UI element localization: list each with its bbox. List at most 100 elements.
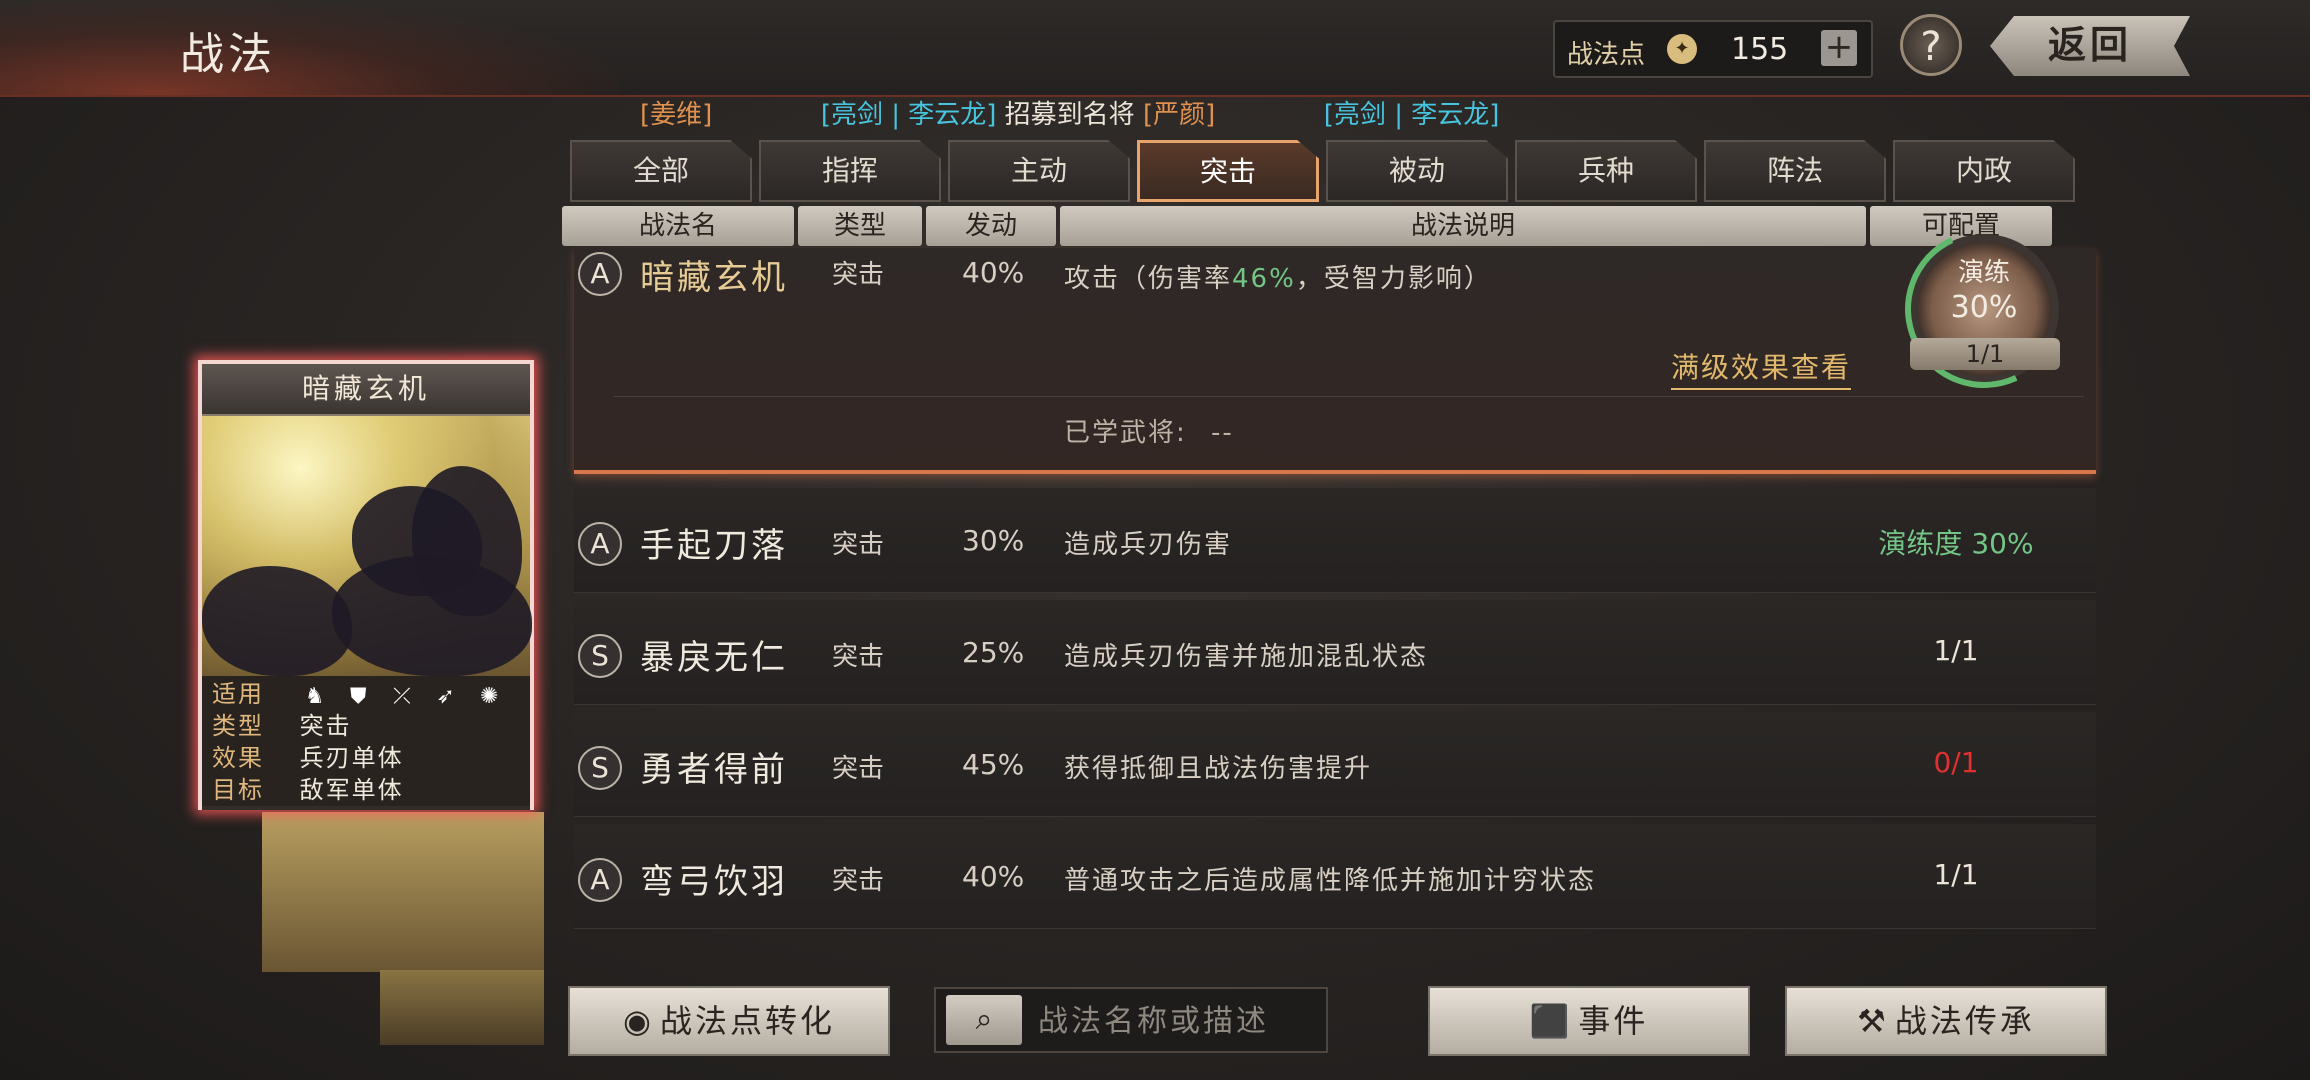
column-header-name[interactable]: 战法名 xyxy=(562,206,794,246)
drill-percent: 30% xyxy=(1950,290,2018,325)
grade-badge: A xyxy=(578,252,622,296)
tactic-description: 普通攻击之后造成属性降低并施加计穷状态 xyxy=(1064,866,1597,896)
search-input[interactable] xyxy=(1036,997,1320,1045)
unit-icons: ♞ ⛊ ⤫ ➶ ✺ xyxy=(300,679,511,711)
tactic-description: 造成兵刃伤害 xyxy=(1064,530,1233,560)
table-row[interactable]: S 暴戾无仁 突击 25% 造成兵刃伤害并施加混乱状态 1/1 xyxy=(574,600,2096,705)
learned-label: 已学武将: xyxy=(1064,418,1187,448)
applies-label: 适用 xyxy=(212,680,264,708)
table-row[interactable]: A 弯弓饮羽 突击 40% 普通攻击之后造成属性降低并施加计穷状态 1/1 xyxy=(574,824,2096,929)
grade-badge: S xyxy=(578,746,622,790)
desc-highlight: 46% xyxy=(1232,264,1296,294)
top-bar: 战法 战法点 ✦ 155 + ? 返回 xyxy=(0,0,2310,97)
tactic-rate: 40% xyxy=(962,860,1025,893)
type-label: 类型 xyxy=(212,712,264,740)
desc-prefix: 攻击（伤害率 xyxy=(1064,264,1233,294)
tab-internal[interactable]: 内政 xyxy=(1893,140,2075,202)
effect-label: 效果 xyxy=(212,744,264,772)
tab-passive[interactable]: 被动 xyxy=(1326,140,1508,202)
target-value: 敌军单体 xyxy=(299,776,404,804)
tactic-name: 弯弓饮羽 xyxy=(640,862,788,902)
tactic-type: 突击 xyxy=(832,260,885,290)
config-status: 1/1 xyxy=(1933,634,1979,667)
horse-silhouette xyxy=(202,566,352,676)
tactic-description: 攻击（伤害率46%，受智力影响） xyxy=(1064,258,1492,295)
ticker-item: [亮剑 | 李云龙] xyxy=(820,100,997,130)
ticker-item: [姜维] xyxy=(640,100,713,130)
drill-label: 演练 xyxy=(1957,258,2010,288)
column-header-description: 战法说明 xyxy=(1060,206,1866,246)
events-button[interactable]: ⬛ 事件 xyxy=(1428,986,1750,1056)
card-stack-background xyxy=(262,810,544,972)
tactic-points-box: 战法点 ✦ 155 + xyxy=(1553,20,1873,78)
card-artwork xyxy=(202,416,532,676)
config-status: 0/1 xyxy=(1933,746,1979,779)
tab-assault[interactable]: 突击 xyxy=(1137,140,1319,202)
tab-active[interactable]: 主动 xyxy=(948,140,1130,202)
card-title: 暗藏玄机 xyxy=(202,364,530,416)
chariot-icon: ✺ xyxy=(479,684,499,709)
ticker-item: [严颜] xyxy=(1142,100,1216,130)
tactic-points-icon: ✦ xyxy=(1667,34,1697,64)
ticker-item: [亮剑 | 李云龙] xyxy=(1323,100,1500,130)
tactic-name: 暗藏玄机 xyxy=(640,258,788,298)
learned-generals: 已学武将: -- xyxy=(1064,412,1234,449)
tactic-rate: 45% xyxy=(962,748,1025,781)
tactic-card[interactable]: 暗藏玄机 适用 ♞ ⛊ ⤫ ➶ ✺ 类型 突击 效果 兵刃单体 目标 敌军单体 xyxy=(198,360,534,810)
tab-troop[interactable]: 兵种 xyxy=(1515,140,1697,202)
card-applies-row: 适用 ♞ ⛊ ⤫ ➶ ✺ xyxy=(212,678,510,710)
max-effect-link[interactable]: 满级效果查看 xyxy=(1671,346,1852,390)
search-box[interactable]: ⌕ xyxy=(934,987,1328,1053)
tactic-points-value: 155 xyxy=(1731,32,1789,67)
events-label: 事件 xyxy=(1578,1002,1649,1040)
tactic-name: 勇者得前 xyxy=(640,750,788,790)
effect-value: 兵刃单体 xyxy=(299,744,404,772)
flame-icon: ◉ xyxy=(623,1002,654,1040)
tab-command[interactable]: 指挥 xyxy=(759,140,941,202)
tactic-points-label: 战法点 xyxy=(1567,40,1646,70)
tab-formation[interactable]: 阵法 xyxy=(1704,140,1886,202)
tactic-type: 突击 xyxy=(832,754,885,784)
back-button[interactable]: 返回 xyxy=(1990,16,2190,76)
card-effect-row: 效果 兵刃单体 xyxy=(212,742,404,774)
help-button[interactable]: ? xyxy=(1900,14,1962,76)
convert-points-button[interactable]: ◉ 战法点转化 xyxy=(568,986,890,1056)
tactic-rate: 30% xyxy=(962,524,1025,557)
tactic-type: 突击 xyxy=(832,530,885,560)
desc-suffix: ，受智力影响） xyxy=(1295,264,1492,294)
divider xyxy=(614,396,2084,397)
learned-value: -- xyxy=(1211,418,1234,448)
tactic-rate: 25% xyxy=(962,636,1025,669)
table-row[interactable]: A 手起刀落 突击 30% 造成兵刃伤害 演练度 30% xyxy=(574,488,2096,593)
shield-icon: ⛊ xyxy=(350,684,367,709)
tactic-description: 造成兵刃伤害并施加混乱状态 xyxy=(1064,642,1429,672)
column-header-type[interactable]: 类型 xyxy=(798,206,922,246)
card-info: 适用 ♞ ⛊ ⤫ ➶ ✺ 类型 突击 效果 兵刃单体 目标 敌军单体 xyxy=(202,676,530,810)
cavalry-icon: ♞ xyxy=(304,684,325,709)
convert-points-label: 战法点转化 xyxy=(659,1002,835,1040)
tactic-name: 手起刀落 xyxy=(640,526,788,566)
spear-icon: ➶ xyxy=(436,684,455,709)
tactic-name: 暴戾无仁 xyxy=(640,638,788,678)
target-label: 目标 xyxy=(212,776,264,804)
table-row[interactable]: S 勇者得前 突击 45% 获得抵御且战法伤害提升 0/1 xyxy=(574,712,2096,817)
tactic-type: 突击 xyxy=(832,642,885,672)
expanded-tactic-row[interactable]: A 暗藏玄机 突击 40% 攻击（伤害率46%，受智力影响） 演练 30% 1/… xyxy=(574,207,2096,474)
title-glow xyxy=(0,0,620,95)
card-target-row: 目标 敌军单体 xyxy=(212,774,404,806)
inherit-tactic-button[interactable]: ⚒ 战法传承 xyxy=(1785,986,2107,1056)
drill-count: 1/1 xyxy=(1910,338,2060,370)
add-points-button[interactable]: + xyxy=(1821,30,1857,66)
tab-all[interactable]: 全部 xyxy=(570,140,752,202)
tactic-rate: 40% xyxy=(962,256,1025,289)
column-header-rate[interactable]: 发动 xyxy=(926,206,1056,246)
announcement-ticker: [姜维] [亮剑 | 李云龙] 招募到名将 [严颜] [亮剑 | 李云龙] xyxy=(640,94,1680,134)
config-status: 演练度 30% xyxy=(1878,527,2034,560)
search-icon[interactable]: ⌕ xyxy=(946,995,1022,1045)
card-stack-background xyxy=(380,970,544,1045)
ticker-item: 招募到名将 xyxy=(1004,100,1135,130)
alert-icon: ⬛ xyxy=(1529,1002,1573,1040)
grade-badge: A xyxy=(578,858,622,902)
grade-badge: S xyxy=(578,634,622,678)
bow-icon: ⤫ xyxy=(393,684,411,709)
